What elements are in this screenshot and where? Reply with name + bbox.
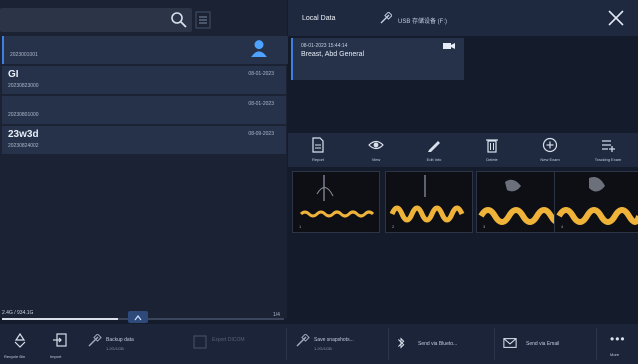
email-icon — [503, 338, 517, 348]
import-button[interactable]: Import — [46, 324, 76, 364]
tab-local-data-label: Local Data — [302, 15, 336, 22]
search-input[interactable] — [0, 8, 192, 32]
list-menu-icon[interactable] — [195, 8, 211, 32]
patient-date: 08-01-2023 — [248, 71, 274, 77]
bottom-divider — [596, 328, 597, 360]
more-label: More — [610, 352, 620, 357]
ultrasound-image — [389, 175, 465, 223]
delete-button[interactable]: Delete — [466, 133, 518, 167]
send-bluetooth-label: Send via Blueto... — [418, 341, 458, 347]
report-label: Report — [311, 157, 324, 162]
camera-icon — [443, 43, 455, 49]
close-icon[interactable] — [606, 8, 626, 28]
save-snapshots-button[interactable]: Save snapshots... 1.2G/1GB — [290, 324, 384, 364]
study-datetime: 08-01-2023 15:44:14 — [301, 43, 348, 49]
link-icon — [88, 334, 102, 347]
patient-name: GI — [8, 69, 19, 80]
thumbnail-label: 1 — [299, 224, 302, 229]
image-thumbnail[interactable]: 1 — [292, 171, 380, 233]
image-thumbnail[interactable]: 4 — [554, 171, 638, 233]
send-bluetooth-button[interactable]: Send via Blueto... — [392, 324, 492, 364]
study-type: Breast, Abd General — [301, 51, 365, 58]
patient-row[interactable]: 23w3d 20230824002 08-09-2023 — [2, 126, 286, 154]
import-icon — [53, 333, 67, 347]
import-label: Import — [50, 354, 62, 359]
thumbnail-label: 2 — [392, 224, 395, 229]
report-icon — [312, 137, 324, 153]
image-thumbnail[interactable]: 3 — [476, 171, 564, 233]
bottom-divider — [388, 328, 389, 360]
thumbnail-label: 3 — [483, 224, 486, 229]
patient-row[interactable]: GI 20230823000 08-01-2023 — [2, 66, 286, 94]
save-snapshots-sub: 1.2G/1GB — [314, 346, 332, 351]
patient-date: 08-09-2023 — [248, 131, 274, 137]
delete-label: Delete — [486, 157, 498, 162]
image-thumbnail[interactable]: 2 — [385, 171, 473, 233]
view-label: View — [371, 157, 381, 162]
link-icon — [296, 334, 310, 347]
patient-id: 20230823000 — [8, 83, 39, 89]
tracking-exam-button[interactable]: Tracking Exam — [582, 133, 634, 167]
eye-icon — [368, 140, 384, 150]
backup-data-label: Backup data — [106, 337, 134, 343]
recycle-icon — [14, 332, 26, 348]
new-exam-button[interactable]: New Exam — [524, 133, 576, 167]
new-exam-label: New Exam — [540, 157, 560, 162]
tab-usb-storage[interactable]: USB 存储设备 (F:) — [372, 8, 482, 30]
patient-name: 23w3d — [8, 129, 39, 140]
patient-row[interactable]: 2023001001 — [2, 36, 288, 64]
export-icon — [193, 335, 207, 349]
patient-id: 20230801000 — [8, 112, 39, 118]
plus-circle-icon — [542, 137, 558, 153]
view-button[interactable]: View — [350, 133, 402, 167]
chevron-up-icon — [134, 315, 142, 321]
backup-data-button[interactable]: Backup data 1.2G/1GB — [82, 324, 172, 364]
storage-usage-text: 2.4G / 934.1G — [2, 310, 34, 316]
patient-row[interactable]: 20230801000 08-01-2023 — [2, 96, 286, 124]
expand-list-button[interactable] — [128, 311, 148, 323]
backup-data-sub: 1.2G/1GB — [106, 346, 124, 351]
recycle-bin-label: Recycle Bin — [4, 354, 26, 359]
save-snapshots-label: Save snapshots... — [314, 337, 354, 343]
usb-icon — [380, 12, 392, 24]
list-page-count: 1/4 — [273, 312, 280, 318]
study-toolbar: Report View Edit Info Delete New Exam Tr… — [288, 133, 638, 167]
tracking-exam-label: Tracking Exam — [594, 157, 622, 162]
more-icon: ••• — [610, 332, 626, 346]
tracking-icon — [602, 140, 615, 152]
edit-info-button[interactable]: Edit Info — [408, 133, 460, 167]
edit-info-label: Edit Info — [426, 157, 442, 162]
recycle-bin-button[interactable]: Recycle Bin — [4, 324, 38, 364]
send-email-label: Send via Email — [526, 341, 560, 347]
thumbnail-label: 4 — [561, 224, 564, 229]
trash-icon — [486, 139, 498, 153]
search-icon[interactable] — [170, 11, 188, 29]
ultrasound-image — [478, 179, 563, 225]
bluetooth-icon — [398, 337, 405, 349]
send-email-button[interactable]: Send via Email — [498, 324, 592, 364]
pencil-icon — [428, 141, 440, 152]
patient-id: 2023001001 — [10, 52, 38, 58]
more-button[interactable]: ••• More — [600, 324, 636, 364]
storage-bar-fill — [2, 318, 118, 320]
tab-local-data[interactable]: Local Data — [288, 8, 368, 30]
study-card[interactable]: 08-01-2023 15:44:14 Breast, Abd General — [291, 38, 464, 80]
export-button-disabled[interactable]: Export DICOM — [188, 324, 276, 364]
tab-usb-storage-label: USB 存储设备 (F:) — [398, 19, 447, 25]
ultrasound-image — [556, 177, 638, 225]
patient-date: 08-01-2023 — [248, 101, 274, 107]
bottom-divider — [286, 328, 287, 360]
ultrasound-image — [299, 175, 375, 218]
export-label: Export DICOM — [212, 337, 245, 343]
patient-id: 20230824002 — [8, 143, 39, 149]
bottom-divider — [494, 328, 495, 360]
user-icon — [251, 40, 267, 57]
report-button[interactable]: Report — [292, 133, 344, 167]
